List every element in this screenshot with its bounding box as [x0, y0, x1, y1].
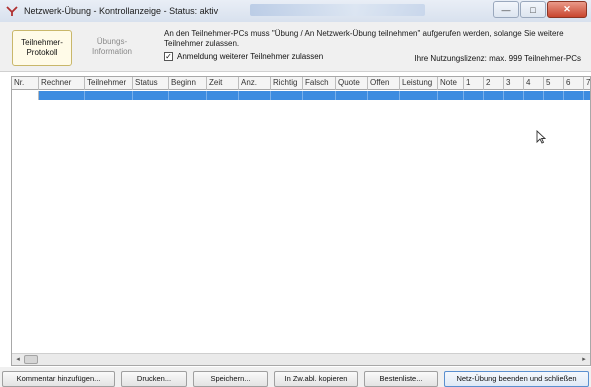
table-cell	[39, 91, 85, 100]
column-header[interactable]: Status	[133, 77, 169, 90]
leaderboard-button[interactable]: Bestenliste...	[364, 371, 438, 387]
tab-label-line1: Übungs-	[96, 37, 128, 46]
title-bar: Netzwerk-Übung - Kontrollanzeige - Statu…	[0, 0, 591, 22]
column-header[interactable]: Offen	[368, 77, 400, 90]
column-header[interactable]: Richtig	[271, 77, 303, 90]
table-cell	[438, 91, 464, 100]
scroll-right-icon[interactable]: ▸	[580, 355, 588, 364]
scroll-thumb[interactable]	[24, 355, 38, 364]
table-cell	[584, 91, 590, 100]
window-controls: — □ ✕	[493, 1, 587, 18]
license-info: Ihre Nutzungslizenz: max. 999 Teilnehmer…	[414, 54, 581, 63]
scroll-left-icon[interactable]: ◂	[14, 355, 22, 364]
info-text: An den Teilnehmer-PCs muss "Übung / An N…	[164, 29, 564, 48]
column-header[interactable]: 4	[524, 77, 544, 90]
participant-grid[interactable]: Nr. Rechner Teilnehmer Status Beginn Zei…	[11, 76, 591, 366]
table-cell	[271, 91, 303, 100]
table-cell	[12, 91, 39, 100]
tab-label-line2: Information	[91, 47, 133, 56]
window-title: Netzwerk-Übung - Kontrollanzeige - Statu…	[24, 6, 219, 16]
print-button[interactable]: Drucken...	[121, 371, 187, 387]
column-header[interactable]: Falsch	[303, 77, 336, 90]
maximize-button[interactable]: □	[520, 1, 546, 18]
column-header[interactable]: Zeit	[207, 77, 239, 90]
header-area: Teilnehmer- Protokoll Übungs- Informatio…	[0, 22, 591, 72]
column-header[interactable]: 1	[464, 77, 484, 90]
end-exercise-button[interactable]: Netz-Übung beenden und schließen	[444, 371, 589, 387]
column-header[interactable]: Rechner	[39, 77, 85, 90]
allow-registration-row[interactable]: ✓ Anmeldung weiterer Teilnehmer zulassen	[164, 52, 323, 61]
table-cell	[303, 91, 336, 100]
table-cell	[484, 91, 504, 100]
tab-teilnehmer-protokoll[interactable]: Teilnehmer- Protokoll	[12, 30, 72, 66]
column-header[interactable]: 2	[484, 77, 504, 90]
mouse-pointer-icon	[536, 129, 547, 146]
allow-registration-label: Anmeldung weiterer Teilnehmer zulassen	[177, 52, 324, 61]
horizontal-scrollbar[interactable]: ◂ ▸	[12, 353, 590, 365]
button-bar: Kommentar hinzufügen... Drucken... Speic…	[0, 367, 591, 387]
add-comment-button[interactable]: Kommentar hinzufügen...	[2, 371, 115, 387]
close-button[interactable]: ✕	[547, 1, 587, 18]
app-icon	[5, 4, 19, 18]
column-header[interactable]: Nr.	[12, 77, 39, 90]
table-cell	[400, 91, 438, 100]
column-header[interactable]: Beginn	[169, 77, 207, 90]
table-cell	[368, 91, 400, 100]
column-header[interactable]: 3	[504, 77, 524, 90]
table-cell	[133, 91, 169, 100]
column-header[interactable]: Anz.	[239, 77, 271, 90]
allow-registration-checkbox[interactable]: ✓	[164, 52, 173, 61]
table-cell	[207, 91, 239, 100]
tab-label-line1: Teilnehmer-	[21, 38, 63, 47]
table-cell	[524, 91, 544, 100]
column-header[interactable]: Note	[438, 77, 464, 90]
table-cell	[464, 91, 484, 100]
table-row-selected[interactable]	[12, 91, 590, 100]
column-header[interactable]: 6	[564, 77, 584, 90]
copy-clipboard-button[interactable]: In Zw.abl. kopieren	[274, 371, 358, 387]
tab-label-line2: Protokoll	[26, 48, 58, 57]
table-cell	[85, 91, 133, 100]
table-cell	[336, 91, 368, 100]
table-cell	[169, 91, 207, 100]
column-header[interactable]: 7	[584, 77, 590, 90]
column-header[interactable]: 5	[544, 77, 564, 90]
table-cell	[564, 91, 584, 100]
title-bar-blur	[250, 4, 425, 16]
table-cell	[239, 91, 271, 100]
minimize-button[interactable]: —	[493, 1, 519, 18]
column-header[interactable]: Teilnehmer	[85, 77, 133, 90]
column-header[interactable]: Leistung	[400, 77, 438, 90]
column-header-row: Nr. Rechner Teilnehmer Status Beginn Zei…	[12, 77, 590, 90]
column-header[interactable]: Quote	[336, 77, 368, 90]
save-button[interactable]: Speichern...	[193, 371, 268, 387]
table-cell	[544, 91, 564, 100]
table-cell	[504, 91, 524, 100]
tab-uebungs-information[interactable]: Übungs- Information	[82, 30, 142, 66]
